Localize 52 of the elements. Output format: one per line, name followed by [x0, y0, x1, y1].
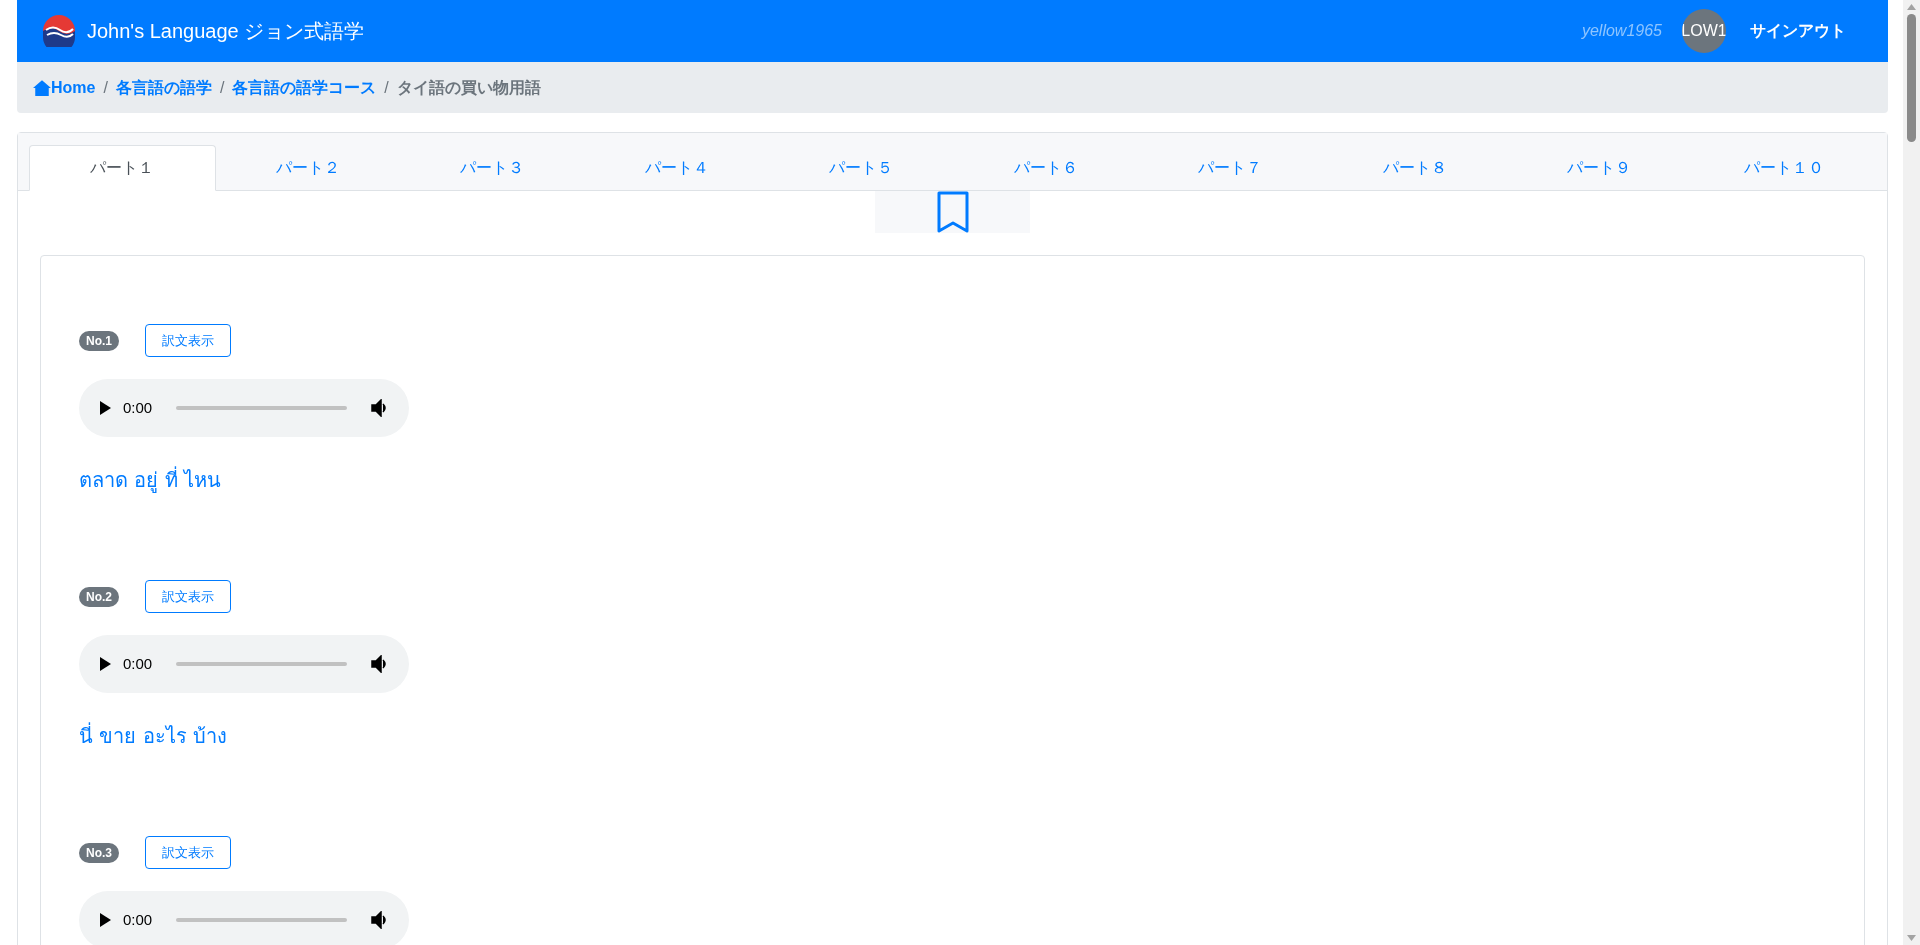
- bookmark-icon[interactable]: [935, 191, 970, 233]
- username: yellow1965: [1581, 21, 1662, 41]
- volume-icon[interactable]: [371, 911, 389, 929]
- brand-title[interactable]: John's Language ジョン式語学: [87, 16, 365, 46]
- audio-time: 0:00: [123, 397, 153, 418]
- translation-button[interactable]: 訳文表示: [145, 580, 231, 613]
- play-icon[interactable]: [99, 913, 111, 927]
- part-tab[interactable]: パート９: [1507, 145, 1692, 191]
- scrollbar-thumb[interactable]: [1907, 14, 1916, 142]
- audio-player[interactable]: 0:00: [79, 635, 409, 693]
- part-tab[interactable]: パート７: [1138, 145, 1323, 191]
- breadcrumb-separator: /: [219, 77, 225, 98]
- volume-icon[interactable]: [371, 655, 389, 673]
- thai-phrase: นี่ ขาย อะไร บ้าง: [79, 721, 229, 750]
- audio-time: 0:00: [123, 909, 153, 930]
- part-tab[interactable]: パート１０: [1691, 145, 1876, 191]
- audio-time: 0:00: [123, 653, 153, 674]
- part-tab[interactable]: パート４: [584, 145, 769, 191]
- part-tab[interactable]: パート１: [29, 145, 216, 191]
- thai-phrase: ตลาด อยู่ ที่ ไหน: [79, 465, 223, 495]
- play-icon[interactable]: [99, 401, 111, 415]
- part-tab[interactable]: パート３: [400, 145, 585, 191]
- signout-link[interactable]: サインアウト: [1750, 19, 1846, 43]
- breadcrumb-link[interactable]: 各言語の語学: [115, 75, 212, 100]
- scrollbar[interactable]: [1903, 0, 1920, 945]
- part-tab[interactable]: パート８: [1322, 145, 1507, 191]
- breadcrumb-current: タイ語の買い物用語: [396, 77, 541, 98]
- translation-button[interactable]: 訳文表示: [145, 836, 231, 869]
- audio-progress-track[interactable]: [176, 662, 347, 666]
- part-tab[interactable]: パート５: [769, 145, 954, 191]
- number-badge: No.1: [79, 330, 119, 351]
- number-badge: No.2: [79, 586, 119, 607]
- translation-button[interactable]: 訳文表示: [145, 324, 231, 357]
- scroll-up-icon[interactable]: [1907, 4, 1916, 10]
- play-icon[interactable]: [99, 657, 111, 671]
- part-tab[interactable]: パート２: [215, 145, 400, 191]
- logo-icon[interactable]: [43, 15, 75, 47]
- breadcrumb-separator: /: [384, 77, 389, 98]
- number-badge: No.3: [79, 842, 119, 863]
- audio-progress-track[interactable]: [176, 406, 347, 410]
- volume-icon[interactable]: [371, 399, 389, 417]
- avatar[interactable]: LOW1: [1682, 9, 1726, 53]
- breadcrumb-separator: /: [103, 77, 108, 98]
- breadcrumb-link[interactable]: Home: [51, 75, 96, 100]
- audio-progress-track[interactable]: [176, 918, 347, 922]
- scroll-down-icon[interactable]: [1907, 935, 1916, 941]
- breadcrumb-link[interactable]: 各言語の語学コース: [232, 75, 377, 100]
- bookmark-button[interactable]: [875, 191, 1030, 233]
- home-icon[interactable]: [33, 78, 51, 97]
- audio-player[interactable]: 0:00: [79, 379, 409, 437]
- audio-player[interactable]: 0:00: [79, 891, 409, 945]
- part-tab[interactable]: パート６: [953, 145, 1138, 191]
